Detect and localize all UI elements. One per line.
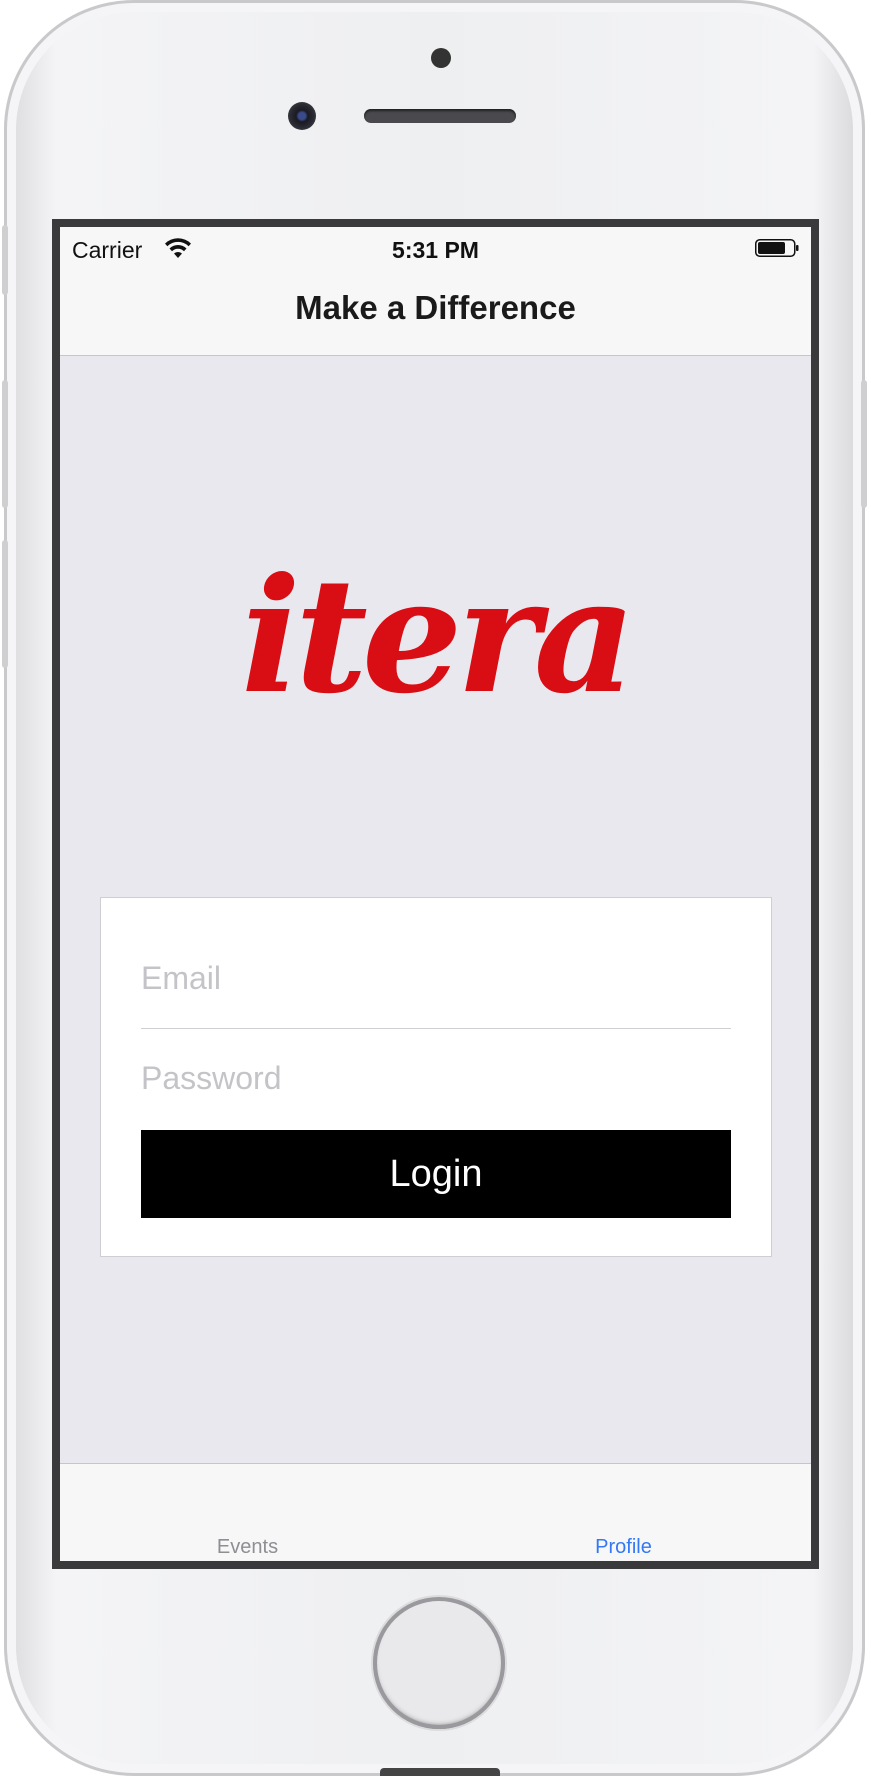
home-button[interactable] [373,1597,505,1729]
tab-profile-label: Profile [595,1536,652,1558]
field-divider [141,1028,731,1029]
lightning-port [380,1768,500,1776]
silent-switch [2,225,8,295]
tab-profile[interactable]: Profile [436,1464,811,1561]
power-button [861,380,867,508]
volume-down-button [2,540,8,668]
battery-icon [755,239,799,257]
front-camera-icon [288,102,316,130]
earpiece-speaker [364,109,516,123]
tab-events-label: Events [216,1536,279,1558]
tab-events[interactable]: Events [60,1464,435,1561]
app-screen: Carrier 5:31 PM Make a Difference itera … [60,227,811,1561]
proximity-sensor [431,48,451,68]
status-bar: Carrier 5:31 PM [60,227,811,267]
status-time: 5:31 PM [392,237,479,263]
logo-wordmark: itera [240,544,636,729]
login-card: Login [100,897,772,1257]
email-field[interactable] [141,948,731,1008]
navigation-bar: Make a Difference [60,267,811,356]
volume-up-button [2,380,8,508]
login-button[interactable]: Login [141,1130,731,1218]
tab-bar: Events Profile [60,1463,811,1561]
itera-logo: itera [60,557,811,717]
page-title: Make a Difference [295,289,576,326]
password-field[interactable] [141,1048,731,1108]
